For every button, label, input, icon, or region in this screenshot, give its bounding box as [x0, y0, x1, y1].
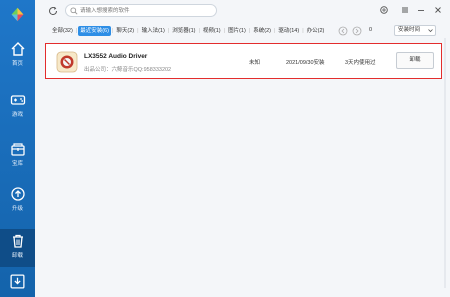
tab-separator: | [111, 28, 114, 34]
tab-chat[interactable]: 聊天(2) [114, 26, 136, 36]
sidebar-item-upgrade[interactable]: 升级 [0, 182, 35, 218]
app-install-date: 2021/09/30安装 [286, 60, 325, 66]
main-panel: 全部(32) | 最近安装(6) | 聊天(2) | 输入法(1) | 浏览器(… [35, 0, 450, 297]
sidebar-item-label: 卸载 [11, 253, 23, 259]
download-icon[interactable] [9, 273, 26, 290]
sidebar-item-games[interactable]: 游戏 [0, 88, 35, 124]
tab-system[interactable]: 系统(2) [251, 26, 273, 36]
tab-separator: | [75, 28, 78, 34]
app-name: LX3552 Audio Driver [84, 53, 148, 60]
uninstall-button[interactable]: 卸载 [396, 52, 434, 69]
tab-separator: | [137, 28, 139, 34]
minimize-icon[interactable] [416, 5, 426, 15]
tab-driver[interactable]: 驱动(14) [276, 26, 301, 36]
tab-video[interactable]: 视频(1) [201, 26, 223, 36]
tab-input-method[interactable]: 输入法(1) [140, 26, 167, 36]
app-publisher: 出品公司：六鲸音乐QQ:958333202 [84, 67, 172, 73]
sidebar-item-home[interactable]: 首页 [0, 37, 35, 73]
app-last-used: 3天内使用过 [345, 60, 376, 66]
sidebar-item-label: 首页 [11, 61, 23, 67]
category-tabs: 全部(32) | 最近安装(6) | 聊天(2) | 输入法(1) | 浏览器(… [50, 26, 327, 36]
sidebar-item-label: 升级 [11, 206, 23, 212]
search-box[interactable] [65, 4, 217, 17]
sidebar-item-label: 游戏 [11, 112, 23, 118]
tab-extra-value: 0 [369, 27, 373, 33]
app-size: 未知 [249, 60, 261, 66]
search-input[interactable] [80, 6, 214, 16]
search-icon [70, 7, 78, 15]
gamepad-icon [10, 95, 25, 105]
sort-label: 安装时间 [398, 27, 421, 33]
sort-dropdown[interactable]: 安装时间 [394, 25, 436, 36]
list-item[interactable]: LX3552 Audio Driver 出品公司：六鲸音乐QQ:95833320… [45, 43, 442, 79]
tab-separator: | [167, 28, 170, 34]
tab-image[interactable]: 图片(1) [226, 26, 248, 36]
sidebar-item-treasury[interactable]: 宝库 [0, 137, 35, 173]
close-icon[interactable] [433, 5, 443, 15]
sidebar: 首页 游戏 宝库 升级 卸载 [0, 0, 35, 297]
sidebar-item-uninstall[interactable]: 卸载 [0, 229, 35, 267]
tab-recent-install[interactable]: 最近安装(6) [78, 26, 111, 36]
tab-separator: | [248, 28, 251, 34]
chest-icon [10, 143, 25, 156]
tab-browser[interactable]: 浏览器(1) [170, 26, 197, 36]
tab-separator: | [302, 28, 304, 34]
scrollbar[interactable] [443, 38, 447, 288]
tab-separator: | [198, 28, 200, 34]
tab-separator: | [273, 28, 276, 34]
tab-separator: | [223, 28, 226, 34]
menu-icon[interactable] [400, 5, 410, 15]
tab-all[interactable]: 全部(32) [50, 26, 75, 36]
settings-icon[interactable] [379, 5, 389, 15]
home-icon [11, 42, 24, 56]
upgrade-icon [10, 187, 25, 201]
app-logo-icon [11, 7, 24, 22]
chevron-down-icon [428, 29, 433, 33]
app-icon [56, 51, 78, 73]
tab-office[interactable]: 办公(2) [305, 26, 327, 36]
trash-icon [12, 234, 23, 248]
sidebar-item-label: 宝库 [11, 161, 23, 167]
refresh-icon[interactable] [48, 6, 58, 16]
